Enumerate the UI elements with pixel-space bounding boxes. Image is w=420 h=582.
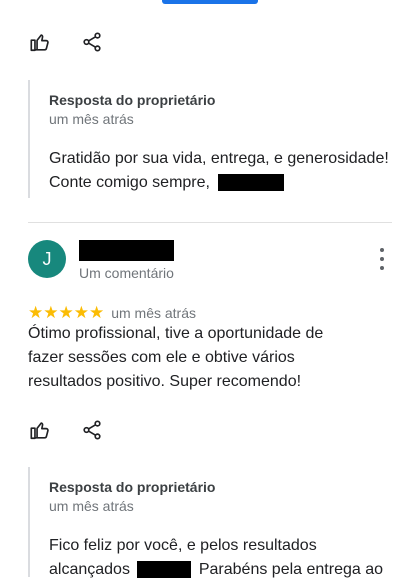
review-text: Ótimo profissional, tive a oportunidade … (28, 325, 324, 390)
active-tab-indicator (162, 0, 258, 4)
review-divider (28, 222, 392, 223)
review-header: J Um comentário (28, 240, 400, 284)
owner-reply-date: um mês atrás (49, 111, 134, 127)
share-button[interactable] (80, 418, 104, 442)
review-rating-row: ★★★★★ um mês atrás (28, 304, 196, 321)
review-actions (28, 418, 104, 442)
thumb-up-icon (30, 34, 49, 52)
owner-reply-text: Gratidão por sua vida, entrega, e genero… (49, 147, 400, 195)
owner-reply: Resposta do proprietário um mês atrás Fi… (28, 467, 400, 579)
avatar-initial: J (42, 248, 52, 269)
owner-reply-text: Fico feliz por você, e pelos resultados … (49, 534, 400, 582)
more-vertical-icon (380, 248, 384, 252)
share-icon (83, 420, 101, 440)
avatar[interactable]: J (28, 240, 66, 278)
share-button[interactable] (80, 30, 104, 54)
review-date: um mês atrás (111, 304, 197, 321)
owner-reply-date: um mês atrás (49, 498, 134, 514)
owner-reply-title: Resposta do proprietário (49, 92, 216, 108)
star-rating: ★★★★★ (28, 303, 105, 322)
review-actions (28, 30, 104, 54)
reviewer-review-count: Um comentário (79, 265, 174, 281)
thumb-up-icon (30, 422, 49, 440)
owner-reply-title: Resposta do proprietário (49, 479, 216, 495)
redacted-reviewer-name[interactable] (79, 240, 174, 261)
share-icon (83, 32, 101, 52)
owner-reply: Resposta do proprietário um mês atrás Gr… (28, 80, 400, 198)
more-options-button[interactable] (376, 248, 388, 270)
like-button[interactable] (28, 30, 52, 54)
like-button[interactable] (28, 418, 52, 442)
redacted-name (218, 174, 285, 192)
